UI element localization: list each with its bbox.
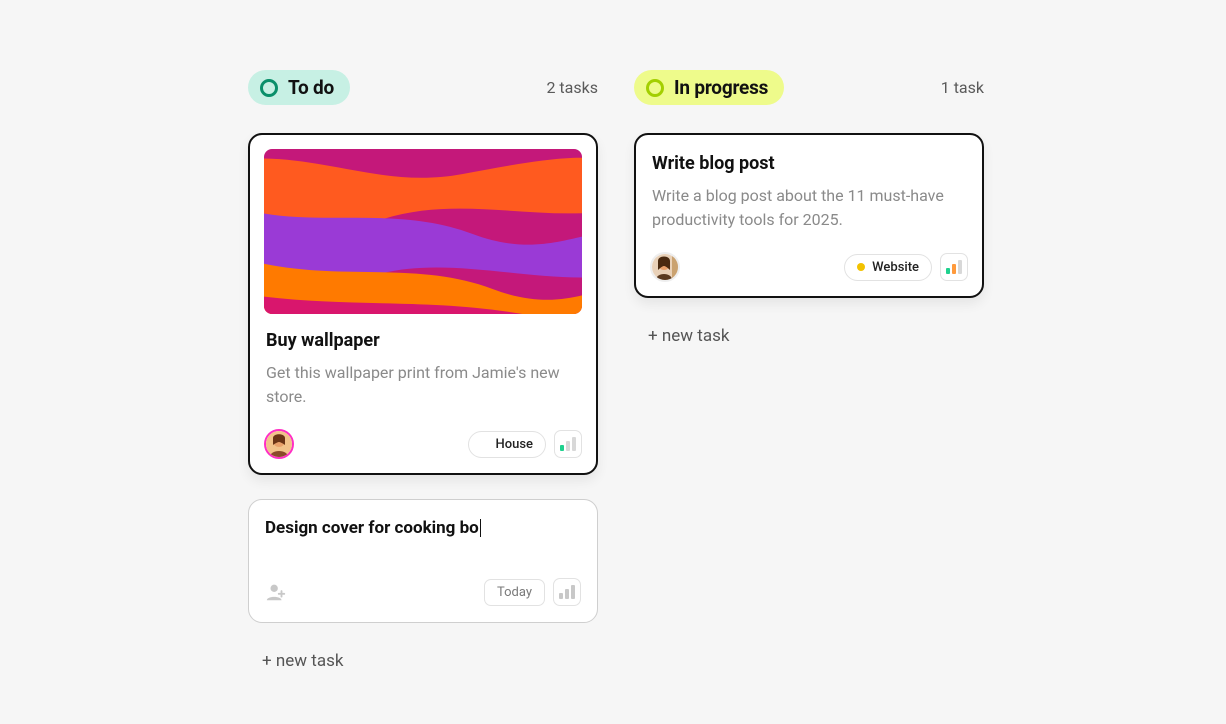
card-footer: Today <box>265 578 581 606</box>
assignee-avatar[interactable] <box>650 252 680 282</box>
card-title: Buy wallpaper <box>266 330 580 351</box>
column-task-count: 1 task <box>941 78 984 97</box>
column-header: To do 2 tasks <box>248 70 598 105</box>
card-footer: House <box>264 429 582 459</box>
column-in-progress: In progress 1 task Write blog post Write… <box>634 70 984 675</box>
column-status-pill[interactable]: In progress <box>634 70 784 105</box>
due-date-chip[interactable]: Today <box>484 579 545 606</box>
assignee-avatar[interactable] <box>264 429 294 459</box>
card-cover-image <box>264 149 582 314</box>
assignee-placeholder-icon[interactable] <box>265 581 287 603</box>
column-status-pill[interactable]: To do <box>248 70 350 105</box>
column-header: In progress 1 task <box>634 70 984 105</box>
column-todo: To do 2 tasks Buy wallpaper Get this wal… <box>248 70 598 675</box>
task-card-wallpaper[interactable]: Buy wallpaper Get this wallpaper print f… <box>248 133 598 475</box>
add-task-button[interactable]: + new task <box>634 322 984 350</box>
tag-dot-icon <box>857 263 865 271</box>
task-card-editing[interactable]: Design cover for cooking bo Today <box>248 499 598 623</box>
tag-label: House <box>496 437 533 452</box>
project-tag[interactable]: Website <box>844 254 932 281</box>
tag-dot-icon <box>481 440 489 448</box>
card-chips: House <box>468 430 582 458</box>
column-title: In progress <box>674 76 768 99</box>
tag-label: Website <box>872 260 919 275</box>
column-title: To do <box>288 76 334 99</box>
kanban-board: To do 2 tasks Buy wallpaper Get this wal… <box>248 70 1226 675</box>
card-description: Get this wallpaper print from Jamie's ne… <box>266 361 580 409</box>
card-title-input[interactable]: Design cover for cooking bo <box>265 518 581 538</box>
priority-icon[interactable] <box>940 253 968 281</box>
text-cursor-icon <box>480 519 481 537</box>
status-ring-icon <box>260 79 278 97</box>
status-ring-icon <box>646 79 664 97</box>
card-footer: Website <box>650 252 968 282</box>
add-task-button[interactable]: + new task <box>248 647 598 675</box>
project-tag[interactable]: House <box>468 431 546 458</box>
card-description: Write a blog post about the 11 must-have… <box>652 184 966 232</box>
card-chips: Today <box>484 578 581 606</box>
card-title: Write blog post <box>652 153 966 174</box>
priority-icon[interactable] <box>554 430 582 458</box>
column-task-count: 2 tasks <box>546 78 598 97</box>
card-chips: Website <box>844 253 968 281</box>
task-card-blog[interactable]: Write blog post Write a blog post about … <box>634 133 984 298</box>
priority-icon[interactable] <box>553 578 581 606</box>
